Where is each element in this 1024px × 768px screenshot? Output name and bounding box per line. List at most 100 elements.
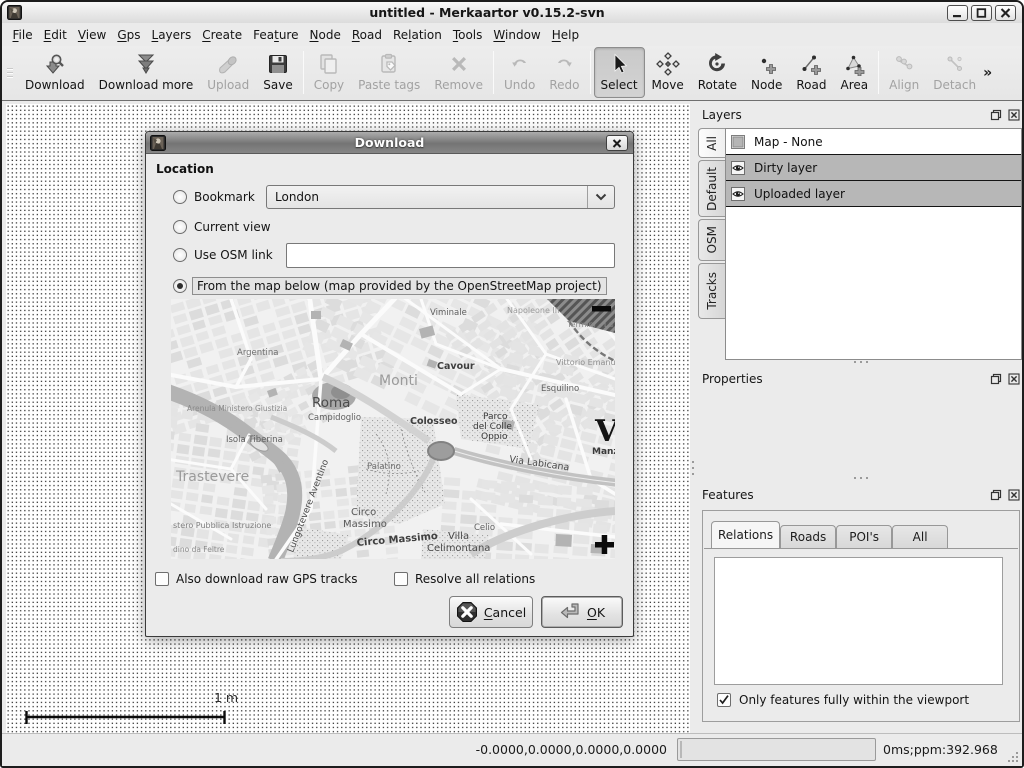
- area-tool-button[interactable]: Area: [833, 47, 875, 98]
- menu-road[interactable]: Road: [346, 25, 387, 45]
- minimize-button[interactable]: [947, 5, 968, 21]
- toolbar-overflow-chevron[interactable]: »: [983, 65, 992, 81]
- features-float-button[interactable]: [989, 489, 1002, 502]
- osm-link-input[interactable]: [286, 243, 615, 268]
- menu-view[interactable]: View: [72, 25, 111, 45]
- window-title: untitled - Merkaartor v0.15.2-svn: [112, 5, 862, 20]
- menu-window[interactable]: Window: [488, 25, 546, 45]
- tab-all[interactable]: All: [892, 525, 948, 548]
- menu-edit[interactable]: Edit: [38, 25, 72, 45]
- menu-node[interactable]: Node: [304, 25, 346, 45]
- map-zoom-out-button[interactable]: −: [592, 306, 611, 312]
- gps-tracks-check-row: Also download raw GPS tracks: [155, 572, 357, 586]
- copy-button: Copy: [307, 47, 351, 98]
- map-label: Circo: [351, 507, 376, 518]
- layers-float-button[interactable]: [989, 109, 1002, 122]
- align-icon: [892, 51, 916, 77]
- layer-row-uploaded[interactable]: Uploaded layer: [726, 181, 1021, 207]
- maximize-icon: [976, 8, 987, 18]
- dock-splitter-handle[interactable]: [698, 361, 1024, 365]
- rotate-tool-button[interactable]: Rotate: [691, 47, 744, 98]
- features-list[interactable]: [714, 557, 1003, 685]
- download-button[interactable]: Download: [18, 47, 92, 98]
- from-map-radio[interactable]: [173, 279, 187, 293]
- map-label: Esquilino: [541, 384, 579, 394]
- tab-pois[interactable]: POI's: [836, 525, 892, 548]
- download-more-icon: [134, 51, 158, 77]
- gps-tracks-checkbox[interactable]: [155, 572, 169, 586]
- download-more-button[interactable]: Download more: [92, 47, 201, 98]
- menu-relation[interactable]: Relation: [387, 25, 447, 45]
- move-tool-button[interactable]: Move: [645, 47, 691, 98]
- node-tool-button[interactable]: Node: [744, 47, 789, 98]
- menu-gps[interactable]: Gps: [112, 25, 146, 45]
- layer-swatch-checkbox[interactable]: [731, 135, 745, 149]
- current-view-radio-label: Current view: [194, 220, 271, 234]
- properties-float-button[interactable]: [989, 373, 1002, 386]
- dialog-map-preview[interactable]: ArgentinaViminaleNapoleone IIITermini - …: [171, 299, 615, 559]
- bookmark-combo[interactable]: London: [266, 185, 615, 209]
- menu-layers[interactable]: Layers: [146, 25, 197, 45]
- map-label: Colosseo: [410, 416, 458, 427]
- layers-close-button[interactable]: [1007, 109, 1020, 122]
- tab-relations[interactable]: Relations: [711, 521, 780, 548]
- main-window: untitled - Merkaartor v0.15.2-svn File E…: [0, 0, 1024, 768]
- features-close-button[interactable]: [1007, 489, 1020, 502]
- layers-tab-osm[interactable]: OSM: [698, 219, 725, 261]
- toolbar-separator: [878, 51, 879, 94]
- move-icon: [656, 51, 680, 77]
- dock-splitter-handle[interactable]: [698, 477, 1024, 481]
- road-tool-button[interactable]: Road: [789, 47, 833, 98]
- menu-file[interactable]: File: [7, 25, 38, 45]
- location-group-label: Location: [156, 162, 214, 176]
- tab-roads[interactable]: Roads: [780, 525, 836, 548]
- current-view-radio[interactable]: [173, 220, 187, 234]
- viewport-filter-checkbox[interactable]: [717, 693, 731, 707]
- map-label: Palatino: [367, 462, 401, 472]
- osm-link-radio[interactable]: [173, 248, 187, 262]
- close-icon: [1008, 373, 1020, 385]
- select-icon: [607, 51, 631, 77]
- dialog-close-button[interactable]: [606, 135, 628, 151]
- save-icon: [266, 51, 290, 77]
- check-icon: [718, 694, 730, 706]
- layers-tab-default[interactable]: Default: [698, 160, 725, 217]
- map-label: V: [594, 414, 615, 449]
- menu-feature[interactable]: Feature: [248, 25, 304, 45]
- redo-button: Redo: [542, 47, 586, 98]
- layers-dock-titlebar: Layers: [698, 102, 1024, 124]
- properties-close-button[interactable]: [1007, 373, 1020, 386]
- layer-row-dirty[interactable]: Dirty layer: [726, 155, 1021, 181]
- menu-help[interactable]: Help: [546, 25, 584, 45]
- title-bar[interactable]: untitled - Merkaartor v0.15.2-svn: [2, 2, 1022, 23]
- cancel-button[interactable]: Cancel: [449, 596, 533, 628]
- map-label: Massimo: [343, 519, 387, 530]
- bookmark-radio[interactable]: [173, 190, 187, 204]
- toolbar-separator: [303, 51, 304, 94]
- node-icon: [755, 51, 779, 77]
- layers-tab-tracks[interactable]: Tracks: [698, 263, 725, 319]
- save-button[interactable]: Save: [256, 47, 299, 98]
- resize-grip[interactable]: [1007, 751, 1019, 763]
- ok-button[interactable]: OK: [541, 596, 623, 628]
- toolbar-handle[interactable]: [7, 61, 16, 84]
- menu-create[interactable]: Create: [197, 25, 248, 45]
- eye-icon[interactable]: [731, 187, 745, 201]
- layers-dock-body: All Default OSM Tracks Map - None Dirty …: [698, 128, 1022, 360]
- dock-splitter[interactable]: [691, 457, 695, 479]
- close-button[interactable]: [995, 5, 1016, 21]
- maximize-button[interactable]: [971, 5, 992, 21]
- from-map-radio-label: From the map below (map provided by the …: [192, 277, 607, 295]
- layers-tab-all[interactable]: All: [698, 128, 725, 158]
- map-label: Campidoglio: [308, 413, 361, 423]
- map-label: Viminale: [430, 308, 467, 318]
- undo-icon: [508, 51, 532, 77]
- resolve-relations-checkbox[interactable]: [394, 572, 408, 586]
- eye-icon[interactable]: [731, 161, 745, 175]
- layers-dock-title: Layers: [702, 108, 984, 122]
- menu-tools[interactable]: Tools: [447, 25, 488, 45]
- layer-row-map[interactable]: Map - None: [726, 129, 1021, 155]
- select-tool-button[interactable]: Select: [594, 47, 645, 98]
- gps-tracks-label: Also download raw GPS tracks: [176, 572, 357, 586]
- dialog-titlebar[interactable]: Download: [146, 132, 633, 154]
